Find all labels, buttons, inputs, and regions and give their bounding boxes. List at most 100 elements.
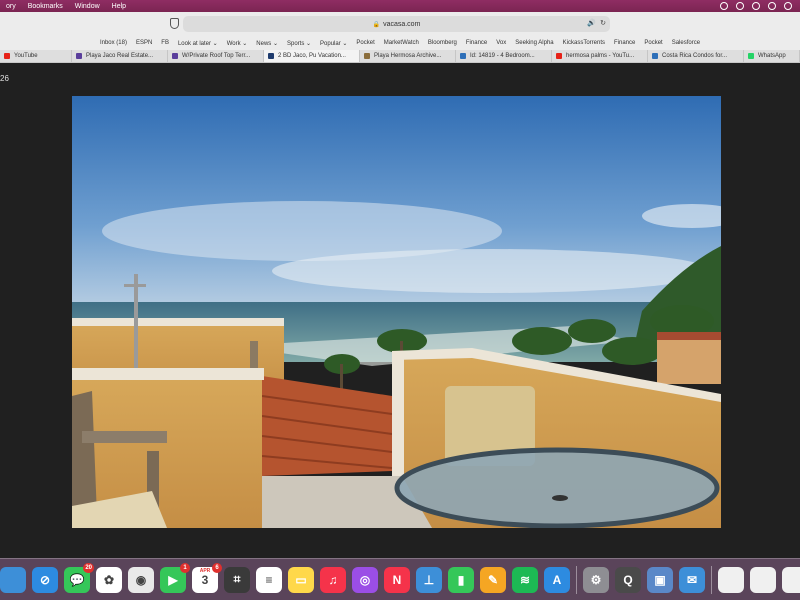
facetime-icon[interactable]: ▶ 1 — [160, 562, 190, 593]
dock-app-glyph: ⊘ — [39, 572, 51, 587]
dock-app-glyph: Q — [623, 572, 633, 587]
bookmark-item[interactable]: Bloomberg — [428, 40, 457, 46]
status-icon-4[interactable] — [784, 2, 792, 10]
bookmark-item[interactable]: Finance — [466, 40, 487, 46]
menu-history[interactable]: ory — [0, 3, 22, 10]
bookmark-item[interactable]: Finance — [614, 40, 635, 46]
photo-counter: 26 — [0, 74, 9, 83]
numbers-icon[interactable]: ▮ — [448, 566, 474, 593]
chrome-icon[interactable]: ◉ — [128, 566, 154, 593]
system-preferences-icon[interactable]: ⚙ — [583, 566, 609, 593]
tab-label: W/Private Roof Top Terr... — [182, 53, 251, 59]
tab-favicon-icon — [364, 53, 370, 59]
status-icon-1[interactable] — [720, 2, 728, 10]
reminders-icon[interactable]: ≡ — [256, 566, 282, 593]
reload-icon[interactable]: ↻ — [600, 19, 606, 27]
dock-app-glyph: ⊥ — [423, 572, 435, 587]
news-icon[interactable]: N — [384, 566, 410, 593]
keynote-icon[interactable]: ⊥ — [416, 566, 442, 593]
address-bar[interactable]: 🔒 vacasa.com 🔊 ↻ — [183, 16, 610, 32]
dock-app-glyph: 3 — [201, 572, 209, 587]
tab-favicon-icon — [172, 53, 178, 59]
browser-tab[interactable]: WhatsApp — [744, 50, 800, 62]
tab-bar: YouTube Playa Jaco Real Estate... W/Privat… — [0, 50, 800, 63]
bookmark-item[interactable]: Inbox (18) — [100, 40, 127, 46]
document-2-icon[interactable] — [750, 566, 776, 593]
tab-favicon-icon — [556, 53, 562, 59]
bookmark-item[interactable]: Vox — [496, 40, 506, 46]
lock-icon: 🔒 — [372, 21, 381, 28]
spotify-icon[interactable]: ≋ — [512, 566, 538, 593]
menu-help[interactable]: Help — [106, 3, 132, 10]
tab-label: hermosa palms - YouTu... — [566, 53, 635, 59]
dock-app-glyph: ◉ — [135, 572, 147, 587]
pages-icon[interactable]: ✎ — [480, 566, 506, 593]
bookmark-item[interactable]: Work ⌄ — [227, 40, 248, 47]
bluetooth-icon[interactable] — [768, 2, 776, 10]
property-photo[interactable] — [72, 96, 721, 528]
tab-label: Id: 14819 - 4 Bedroom... — [470, 53, 535, 59]
status-icon-3[interactable] — [752, 2, 760, 10]
bookmark-item[interactable]: Salesforce — [672, 40, 700, 46]
privacy-shield-icon[interactable] — [170, 18, 179, 29]
podcasts-icon[interactable]: ◎ — [352, 566, 378, 593]
bookmark-item[interactable]: KickassTorrents — [563, 40, 605, 46]
document-3-icon[interactable] — [782, 566, 800, 593]
bookmark-item[interactable]: Sports ⌄ — [287, 40, 311, 47]
dock-app-glyph: A — [552, 572, 562, 587]
browser-tab[interactable]: Id: 14819 - 4 Bedroom... — [456, 50, 552, 62]
address-bar-url: vacasa.com — [383, 20, 421, 28]
dock-app-glyph: ✿ — [103, 572, 115, 587]
messages-icon[interactable]: 💬 20 — [64, 562, 94, 593]
browser-tab[interactable]: Playa Hermosa Archive... — [360, 50, 456, 62]
tab-label: Playa Jaco Real Estate... — [86, 53, 154, 59]
browser-tab[interactable]: W/Private Roof Top Terr... — [168, 50, 264, 62]
safari-icon[interactable]: ⊘ — [32, 566, 58, 593]
app-store-icon[interactable]: A — [544, 566, 570, 593]
calculator-icon[interactable]: ⌗ — [224, 566, 250, 593]
dock-app-glyph: 💬 — [69, 572, 85, 587]
bookmark-item[interactable]: MarketWatch — [384, 40, 419, 46]
bookmark-item[interactable]: News ⌄ — [256, 40, 278, 47]
dock-app-glyph: ▣ — [654, 572, 666, 587]
document-1-icon[interactable] — [718, 566, 744, 593]
dock-app-glyph: ✉ — [686, 572, 698, 587]
menu-bookmarks[interactable]: Bookmarks — [22, 3, 69, 10]
music-icon[interactable]: ♫ — [320, 566, 346, 593]
bookmark-item[interactable]: Pocket — [356, 40, 374, 46]
bookmark-item[interactable]: FB — [161, 40, 169, 46]
tab-favicon-icon — [460, 53, 466, 59]
calendar-icon[interactable]: 3 APR 6 — [192, 562, 222, 593]
dock-app-glyph: ⌗ — [233, 572, 241, 586]
tab-favicon-icon — [268, 53, 274, 59]
bookmark-item[interactable]: ESPN — [136, 40, 152, 46]
rooftop-terrace-ocean-view-image — [72, 96, 721, 528]
finder-icon[interactable] — [0, 566, 26, 593]
dock-app-glyph: N — [392, 572, 402, 587]
bookmark-item[interactable]: Popular ⌄ — [320, 40, 347, 47]
tab-favicon-icon — [4, 53, 10, 59]
tab-label: Costa Rica Condos for... — [662, 53, 728, 59]
bookmark-item[interactable]: Look at later ⌄ — [178, 40, 218, 47]
dock-app-glyph: ▮ — [457, 572, 465, 587]
browser-tab[interactable]: 2 BD Jaco, Pu Vacation... — [264, 50, 360, 62]
browser-tab[interactable]: Costa Rica Condos for... — [648, 50, 744, 62]
dock-app-glyph: ♫ — [328, 572, 338, 587]
browser-toolbar: 🔒 vacasa.com 🔊 ↻ — [0, 12, 800, 36]
browser-tab[interactable]: YouTube — [0, 50, 72, 62]
dock-separator — [576, 565, 577, 594]
browser-tab[interactable]: hermosa palms - YouTu... — [552, 50, 648, 62]
dock-separator — [711, 565, 712, 594]
speaker-icon[interactable]: 🔊 — [587, 19, 596, 27]
dock: ⊘ 💬 20 ✿ ◉ ▶ 1 3 APR 6 ⌗ ≡ ▭ ♫ ◎ N ⊥ ▮ ✎ ≋ A ⚙ Q ▣ ✉ — [0, 558, 800, 600]
preview-icon[interactable]: ▣ — [647, 566, 673, 593]
browser-tab[interactable]: Playa Jaco Real Estate... — [72, 50, 168, 62]
quicktime-icon[interactable]: Q — [615, 566, 641, 593]
menu-window[interactable]: Window — [69, 3, 106, 10]
bookmark-item[interactable]: Seeking Alpha — [515, 40, 553, 46]
notes-icon[interactable]: ▭ — [288, 566, 314, 593]
photos-icon[interactable]: ✿ — [96, 566, 122, 593]
mail-icon[interactable]: ✉ — [679, 566, 705, 593]
bookmark-item[interactable]: Pocket — [644, 40, 662, 46]
status-icon-2[interactable] — [736, 2, 744, 10]
